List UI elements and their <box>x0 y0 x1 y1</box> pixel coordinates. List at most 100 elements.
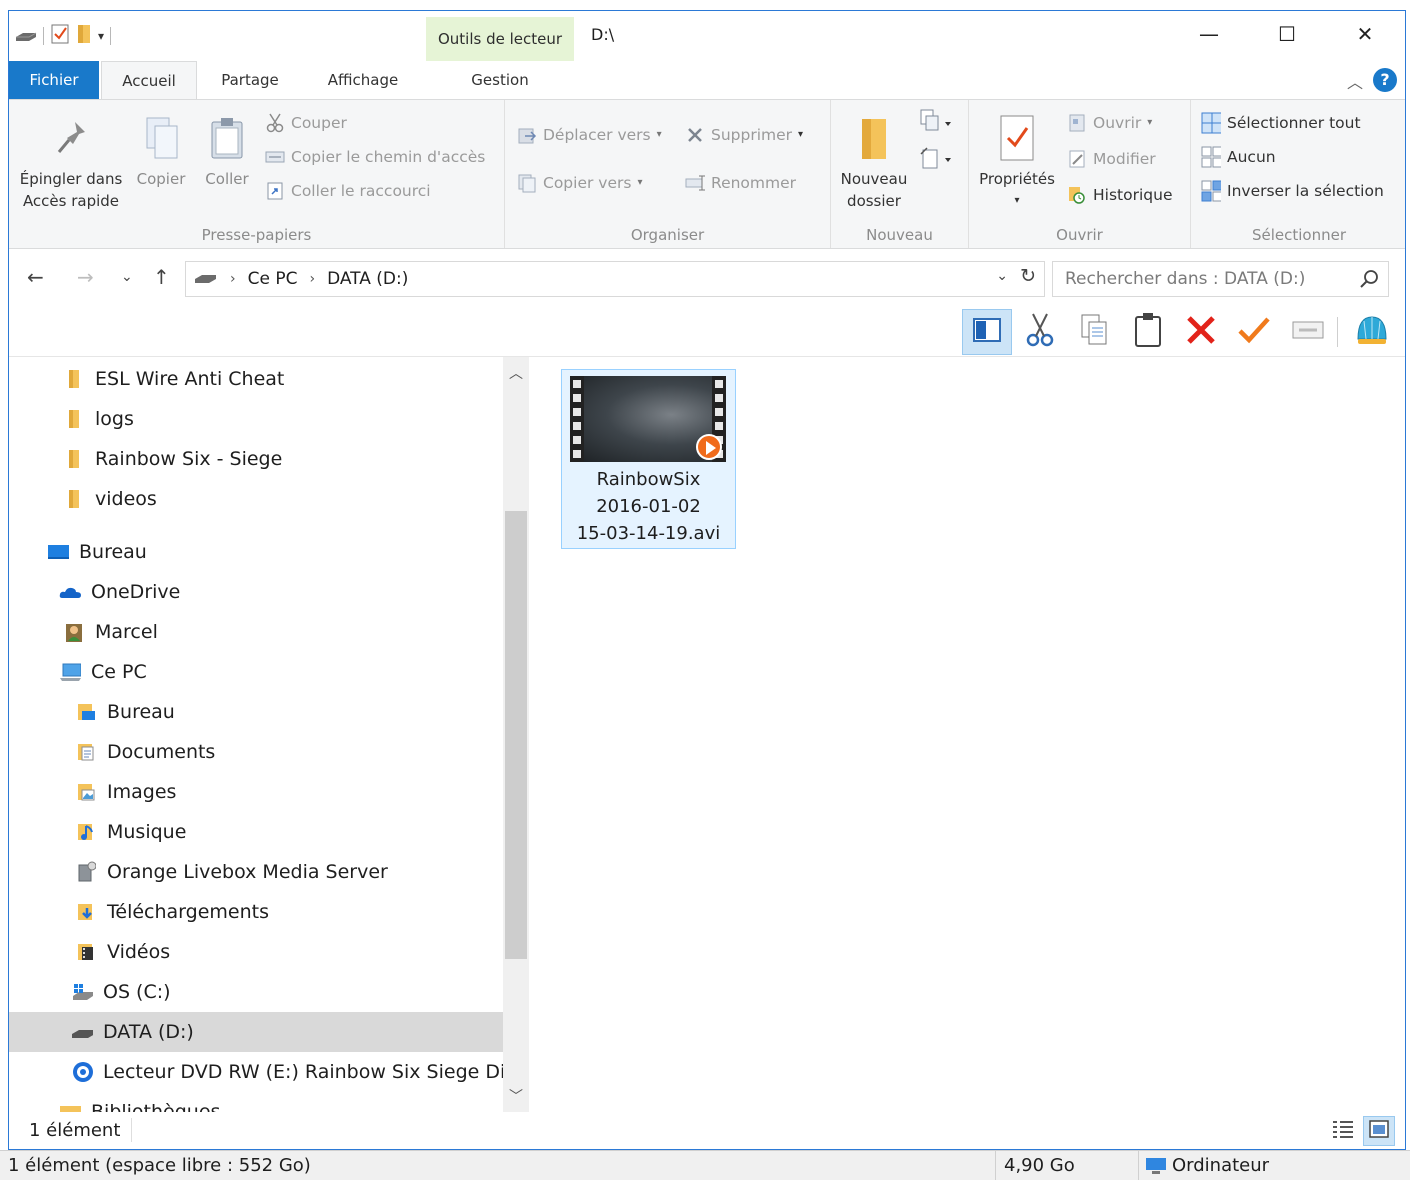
scroll-up-chevron-icon[interactable]: ︿ <box>503 363 529 383</box>
cut-button[interactable]: Couper <box>265 110 347 136</box>
easy-access-button[interactable] <box>917 144 953 176</box>
refresh-icon[interactable]: ↻ <box>1020 265 1036 287</box>
copy-to-button[interactable]: Copier vers ▾ <box>517 170 642 196</box>
tree-item-label: Téléchargements <box>107 901 269 923</box>
tree-item[interactable]: Téléchargements <box>9 892 503 932</box>
drive-icon[interactable] <box>15 27 37 46</box>
breadcrumb-separator-icon[interactable]: › <box>309 271 315 287</box>
tree-item[interactable]: Musique <box>9 812 503 852</box>
maximize-button[interactable]: ☐ <box>1248 11 1326 57</box>
copy-button[interactable]: Copier <box>131 114 191 190</box>
invert-selection-button[interactable]: Inverser la sélection <box>1201 178 1384 204</box>
tree-item[interactable]: Bureau <box>9 692 503 732</box>
tree-item[interactable]: Vidéos <box>9 932 503 972</box>
search-icon[interactable] <box>1359 269 1379 293</box>
details-view-button[interactable] <box>1327 1116 1359 1146</box>
tab-share[interactable]: Partage <box>205 61 295 99</box>
copy-path-button[interactable]: Copier le chemin d'accès <box>265 144 485 170</box>
help-icon[interactable]: ? <box>1373 68 1397 92</box>
tree-item[interactable]: ESL Wire Anti Cheat <box>9 359 503 399</box>
breadcrumb-this-pc[interactable]: Ce PC <box>248 269 298 289</box>
new-item-button[interactable] <box>917 108 953 140</box>
large-icons-view-button[interactable] <box>1363 1116 1395 1146</box>
tree-item[interactable]: Ce PC <box>9 652 503 692</box>
new-folder-label-line1: Nouveau <box>840 170 908 188</box>
tree-item-label: OneDrive <box>91 581 181 603</box>
tree-item[interactable]: OS (C:) <box>9 972 503 1012</box>
tree-item[interactable]: logs <box>9 399 503 439</box>
delete-button[interactable]: Supprimer ▾ <box>685 122 803 148</box>
address-dropdown-chevron-icon[interactable]: ⌄ <box>996 268 1008 284</box>
search-input[interactable]: Rechercher dans : DATA (D:) <box>1052 261 1389 297</box>
pin-quick-access-button[interactable]: Épingler dans Accès rapide <box>13 114 129 212</box>
move-to-button[interactable]: Déplacer vers ▾ <box>517 122 662 148</box>
cut-toolbar-button[interactable] <box>1015 309 1065 355</box>
breadcrumb-data-drive[interactable]: DATA (D:) <box>327 269 408 289</box>
paste-toolbar-button[interactable] <box>1123 309 1173 355</box>
back-arrow-icon[interactable]: ← <box>27 265 44 289</box>
paste-shortcut-button[interactable]: Coller le raccourci <box>265 178 431 204</box>
properties-dropdown-icon: ▾ <box>1014 195 1020 206</box>
libraries-icon <box>59 1101 81 1112</box>
history-button[interactable]: Historique <box>1067 182 1172 208</box>
nav-pane-scrollbar[interactable]: ︿ ﹀ <box>503 357 529 1112</box>
minimize-button[interactable]: — <box>1170 11 1248 57</box>
location-zone: Ordinateur <box>1172 1155 1270 1176</box>
collapse-ribbon-icon[interactable]: ︿ <box>1347 69 1363 93</box>
qat-customize-icon[interactable]: ▾ <box>98 29 104 43</box>
tree-item[interactable]: Orange Livebox Media Server <box>9 852 503 892</box>
new-folder-button[interactable]: Nouveau dossier <box>835 114 913 212</box>
forward-arrow-icon[interactable]: → <box>77 265 94 289</box>
drive-tools-contextual-tab[interactable]: Outils de lecteur <box>426 17 574 61</box>
tree-item[interactable]: Marcel <box>9 612 503 652</box>
tab-manage[interactable]: Gestion <box>426 61 574 99</box>
new-folder-icon[interactable] <box>76 23 92 49</box>
cut-label: Couper <box>291 114 347 132</box>
recent-locations-chevron-icon[interactable]: ⌄ <box>121 269 133 285</box>
close-button[interactable]: ✕ <box>1326 11 1404 57</box>
breadcrumb-separator-icon[interactable]: › <box>230 271 236 287</box>
address-bar[interactable]: › Ce PC › DATA (D:) ⌄ ↻ <box>185 261 1045 297</box>
tree-item[interactable]: Bibliothèques <box>9 1092 503 1112</box>
select-group-label: Sélectionner <box>1251 226 1347 244</box>
open-button[interactable]: Ouvrir ▾ <box>1067 110 1152 136</box>
open-label: Ouvrir <box>1093 114 1142 132</box>
scrollbar-thumb[interactable] <box>505 511 527 959</box>
select-all-icon <box>1201 112 1221 134</box>
tab-view[interactable]: Affichage <box>309 61 417 99</box>
new-folder-label-line2: dossier <box>847 192 901 210</box>
file-item-selected[interactable]: RainbowSix 2016-01-02 15-03-14-19.avi <box>561 369 736 549</box>
tab-home[interactable]: Accueil <box>101 61 197 100</box>
properties-check-icon[interactable] <box>50 23 70 49</box>
select-all-button[interactable]: Sélectionner tout <box>1201 110 1361 136</box>
shell-extension-button[interactable] <box>1347 309 1397 355</box>
scroll-down-chevron-icon[interactable]: ﹀ <box>503 1086 529 1106</box>
confirm-toolbar-button[interactable] <box>1229 309 1279 355</box>
tree-item[interactable]: Bureau <box>9 532 503 572</box>
ribbon: Épingler dans Accès rapide Copier Coller <box>9 99 1405 249</box>
copy-toolbar-button[interactable] <box>1069 309 1119 355</box>
tree-item[interactable]: Documents <box>9 732 503 772</box>
tree-item[interactable]: Lecteur DVD RW (E:) Rainbow Six Siege Di… <box>9 1052 526 1092</box>
tree-item-selected[interactable]: DATA (D:) <box>9 1012 503 1052</box>
edit-button[interactable]: Modifier <box>1067 146 1156 172</box>
history-icon <box>1067 185 1087 205</box>
total-size: 4,90 Go <box>1004 1155 1075 1176</box>
properties-button[interactable]: Propriétés ▾ <box>973 114 1061 212</box>
copy-path-icon <box>265 147 285 167</box>
preview-pane-button[interactable] <box>962 309 1012 355</box>
tree-item[interactable]: Rainbow Six - Siege <box>9 439 503 479</box>
up-arrow-icon[interactable]: ↑ <box>153 265 170 289</box>
tree-item[interactable]: Images <box>9 772 503 812</box>
rename-toolbar-button[interactable] <box>1283 309 1333 355</box>
tree-item[interactable]: OneDrive <box>9 572 503 612</box>
video-thumbnail <box>570 376 726 462</box>
delete-toolbar-button[interactable] <box>1176 309 1226 355</box>
paste-button[interactable]: Coller <box>197 114 257 190</box>
select-none-icon <box>1201 146 1221 168</box>
tab-file[interactable]: Fichier <box>9 61 99 99</box>
file-list[interactable]: RainbowSix 2016-01-02 15-03-14-19.avi <box>529 357 1405 1112</box>
select-none-button[interactable]: Aucun <box>1201 144 1276 170</box>
rename-button[interactable]: Renommer <box>685 170 796 196</box>
tree-item[interactable]: videos <box>9 479 503 519</box>
